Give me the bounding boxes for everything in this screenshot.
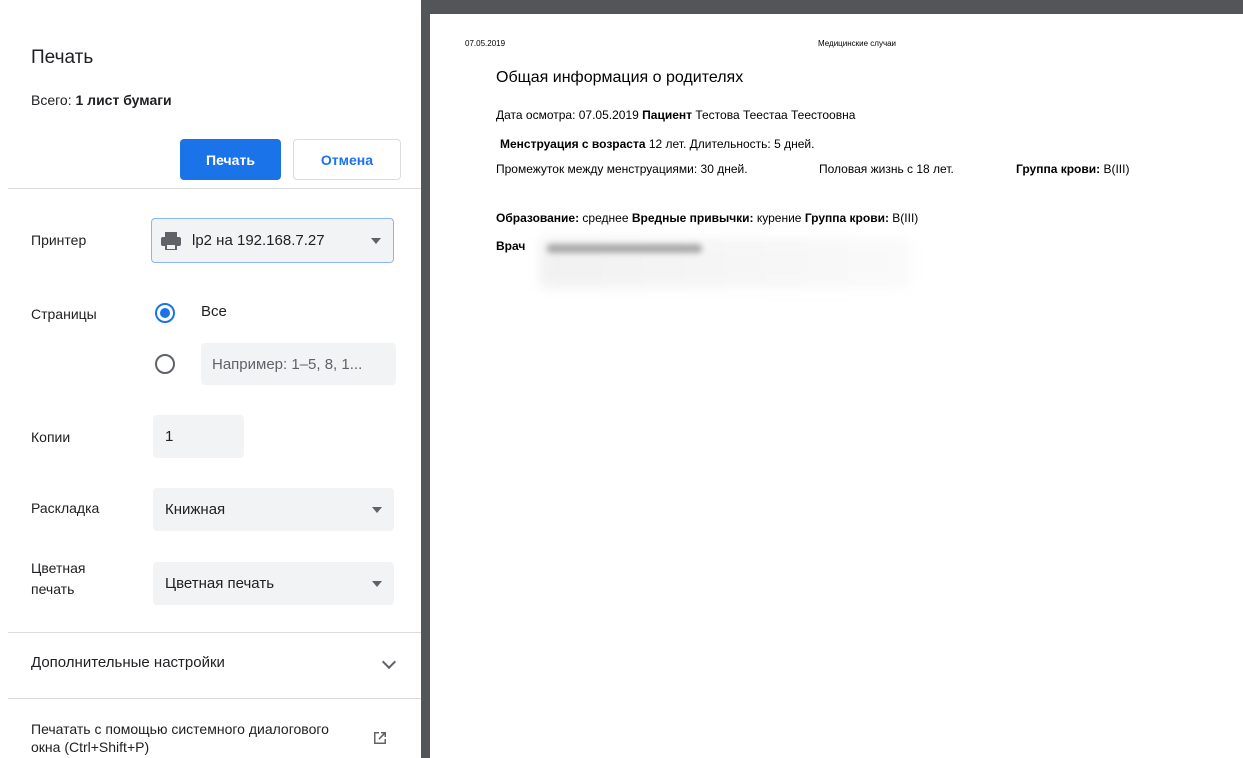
education-line: Образование: среднее Вредные привычки: к… bbox=[496, 211, 918, 225]
preview-page: 07.05.2019 Медицинские случаи Общая инфо… bbox=[430, 14, 1243, 758]
divider bbox=[8, 698, 421, 699]
color-select[interactable]: Цветная печать bbox=[153, 562, 394, 605]
document-heading: Общая информация о родителях bbox=[496, 69, 744, 86]
printer-icon bbox=[160, 231, 182, 250]
blood-group2-value: B(III) bbox=[888, 211, 919, 225]
sheet-count-value: 1 лист бумаги bbox=[75, 92, 172, 108]
menstruation-value: 12 лет. Длительность: 5 дней. bbox=[645, 137, 815, 151]
dropdown-caret-icon bbox=[372, 580, 382, 587]
habits-label: Вредные привычки: bbox=[631, 211, 754, 225]
doctor-line: Врач bbox=[496, 239, 525, 253]
pages-all-radio[interactable] bbox=[155, 303, 175, 323]
menstruation-line: Менструация с возраста 12 лет. Длительно… bbox=[500, 137, 814, 151]
patient-value: Тестова Теестаа Теестоовна bbox=[692, 108, 856, 122]
doctor-label: Врач bbox=[496, 239, 526, 253]
color-label: Цветная печать bbox=[31, 560, 86, 597]
printer-value: lp2 на 192.168.7.27 bbox=[192, 232, 325, 249]
open-in-new-icon[interactable] bbox=[372, 730, 388, 746]
layout-select[interactable]: Книжная bbox=[153, 488, 394, 531]
color-value: Цветная печать bbox=[165, 575, 275, 592]
dialog-title: Печать bbox=[31, 47, 94, 68]
print-button[interactable]: Печать bbox=[180, 139, 281, 180]
cancel-button[interactable]: Отмена bbox=[293, 139, 401, 180]
pages-custom-radio[interactable] bbox=[155, 354, 175, 374]
blood-group2-label: Группа крови: bbox=[804, 211, 889, 225]
patient-label: Пациент bbox=[642, 108, 693, 122]
divider bbox=[8, 188, 421, 189]
page-header-title: Медицинские случаи bbox=[818, 39, 897, 48]
blood-group-line: Группа крови: B(III) bbox=[1016, 162, 1129, 176]
exam-date: Дата осмотра: 07.05.2019 bbox=[496, 108, 643, 122]
interval-text: Промежуток между менструациями: 30 дней. bbox=[496, 162, 748, 176]
divider bbox=[8, 632, 421, 633]
sexual-life-text: Половая жизнь с 18 лет. bbox=[819, 162, 954, 176]
printer-label: Принтер bbox=[31, 232, 87, 248]
education-value: среднее bbox=[579, 211, 632, 225]
copies-label: Копии bbox=[31, 429, 71, 445]
dropdown-caret-icon bbox=[371, 237, 381, 244]
system-dialog-link[interactable]: Печатать с помощью системного диалоговог… bbox=[31, 720, 351, 756]
blood-group-label: Группа крови: bbox=[1016, 162, 1101, 176]
more-settings-toggle[interactable]: Дополнительные настройки bbox=[31, 654, 225, 671]
print-settings-panel: Печать Всего: 1 лист бумаги Печать Отмен… bbox=[0, 0, 421, 758]
redacted-doctor-name bbox=[547, 244, 702, 253]
pages-all-label: Все bbox=[201, 303, 227, 320]
sheet-count: Всего: 1 лист бумаги bbox=[31, 92, 172, 108]
page-header-date: 07.05.2019 bbox=[465, 39, 506, 48]
menstruation-label: Менструация с возраста bbox=[500, 137, 646, 151]
chevron-down-icon[interactable] bbox=[381, 654, 397, 670]
blood-group-value: B(III) bbox=[1100, 162, 1130, 176]
pages-custom-input[interactable]: Например: 1–5, 8, 1... bbox=[201, 343, 396, 385]
layout-label: Раскладка bbox=[31, 500, 100, 516]
habits-value: курение bbox=[753, 211, 805, 225]
education-label: Образование: bbox=[496, 211, 580, 225]
copies-input[interactable]: 1 bbox=[153, 415, 244, 458]
printer-select[interactable]: lp2 на 192.168.7.27 bbox=[151, 218, 394, 263]
dropdown-caret-icon bbox=[372, 506, 382, 513]
exam-line: Дата осмотра: 07.05.2019 Пациент Тестова… bbox=[496, 108, 855, 122]
layout-value: Книжная bbox=[165, 501, 226, 518]
pages-label: Страницы bbox=[31, 306, 97, 322]
sheet-count-prefix: Всего: bbox=[31, 92, 76, 108]
